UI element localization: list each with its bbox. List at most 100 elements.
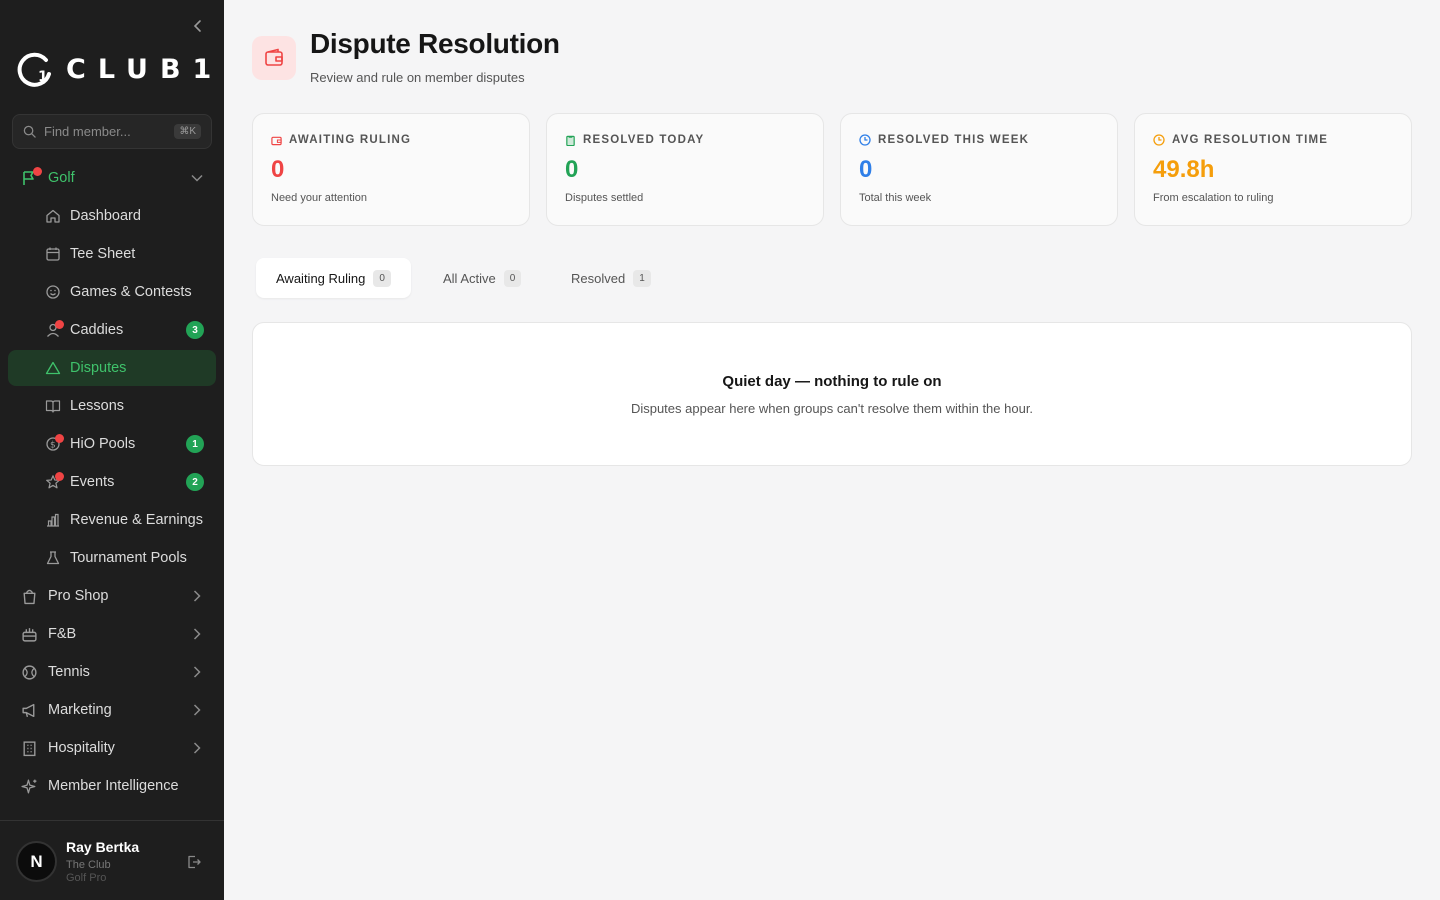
clock-icon	[859, 134, 871, 146]
nav-label: Golf	[48, 170, 75, 186]
nav-item-caddies[interactable]: Caddies 3	[8, 312, 216, 348]
wallet-icon	[271, 136, 282, 145]
nav-section-tennis[interactable]: Tennis	[8, 654, 216, 690]
chevron-right-icon	[190, 665, 204, 679]
nav-label: HiO Pools	[70, 436, 136, 452]
logout-icon	[188, 855, 201, 869]
nav-item-games-contests[interactable]: Games & Contests	[8, 274, 216, 310]
tab-count-badge: 1	[633, 269, 651, 287]
stat-card-awaiting: AWAITING RULING 0 Need your attention	[252, 113, 530, 226]
nav-label: Tournament Pools	[70, 550, 187, 566]
megaphone-icon	[20, 701, 38, 719]
page-title: Dispute Resolution	[310, 28, 560, 59]
nav-label: Tennis	[48, 664, 90, 680]
stat-note: Disputes settled	[565, 192, 644, 204]
smile-icon	[44, 283, 62, 301]
nav-item-dashboard[interactable]: Dashboard	[8, 198, 216, 234]
nav-label: Member Intelligence	[48, 778, 179, 794]
flask-icon	[44, 549, 62, 567]
count-badge: 3	[186, 321, 204, 339]
tab-awaiting-ruling[interactable]: Awaiting Ruling 0	[256, 258, 411, 298]
nav-label: Hospitality	[48, 740, 115, 756]
svg-text:1: 1	[38, 69, 48, 85]
svg-text:$: $	[50, 441, 56, 451]
stat-value: 0	[271, 156, 285, 183]
nav-label: F&B	[48, 626, 77, 642]
collapse-sidebar-button[interactable]	[188, 16, 208, 36]
warning-triangle-icon	[44, 359, 62, 377]
nav-label: Lessons	[70, 398, 125, 414]
nav-label: Pro Shop	[48, 588, 109, 604]
wallet-icon	[252, 36, 296, 80]
sidebar: 1 CLUB1. Find member... ⌘K Golf Dashboar…	[0, 0, 224, 900]
nav-item-disputes[interactable]: Disputes	[8, 350, 216, 386]
nav-section-fnb[interactable]: F&B	[8, 616, 216, 652]
nav-section-hospitality[interactable]: Hospitality	[8, 730, 216, 766]
nav-item-tee-sheet[interactable]: Tee Sheet	[8, 236, 216, 272]
bar-chart-icon	[44, 511, 62, 529]
book-open-icon	[44, 397, 62, 415]
nav-label: Caddies	[70, 322, 124, 338]
nav-section-pro-shop[interactable]: Pro Shop	[8, 578, 216, 614]
avatar: N	[16, 841, 57, 882]
stat-card-resolved-week: RESOLVED THIS WEEK 0 Total this week	[840, 113, 1118, 226]
search-icon	[23, 125, 36, 138]
tab-label: Resolved	[571, 270, 626, 286]
search-placeholder: Find member...	[44, 124, 131, 139]
nav-item-tournament-pools[interactable]: Tournament Pools	[8, 540, 216, 576]
count-badge: 2	[186, 473, 204, 491]
notification-dot	[55, 434, 64, 443]
tab-count-badge: 0	[503, 269, 522, 287]
utensils-icon	[20, 625, 38, 643]
user-profile[interactable]: N Ray Bertka The Club Golf Pro	[0, 820, 224, 900]
tennis-ball-icon	[20, 663, 38, 681]
empty-state-title: Quiet day — nothing to rule on	[722, 373, 942, 390]
building-icon	[20, 739, 38, 757]
empty-state-panel: Quiet day — nothing to rule on Disputes …	[252, 322, 1412, 466]
nav-label: Revenue & Earnings	[70, 512, 203, 528]
nav-item-events[interactable]: Events 2	[8, 464, 216, 500]
nav-item-revenue-earnings[interactable]: Revenue & Earnings	[8, 502, 216, 538]
tab-count-badge: 0	[373, 269, 391, 287]
nav-section-golf[interactable]: Golf	[8, 160, 216, 196]
clipboard-icon	[566, 135, 575, 146]
nav-item-lessons[interactable]: Lessons	[8, 388, 216, 424]
search-shortcut: ⌘K	[174, 124, 201, 139]
logo-text: CLUB1.	[66, 53, 224, 85]
tab-label: Awaiting Ruling	[276, 270, 366, 286]
chevron-right-icon	[190, 627, 204, 641]
nav-item-hio-pools[interactable]: $ HiO Pools 1	[8, 426, 216, 462]
calendar-icon	[44, 245, 62, 263]
stat-value: 0	[565, 156, 579, 183]
chevron-left-icon	[193, 20, 201, 32]
user-club: The Club	[66, 859, 111, 871]
club1-logo[interactable]: 1 CLUB1.	[16, 50, 224, 88]
tab-resolved[interactable]: Resolved 1	[551, 258, 671, 298]
stat-value: 49.8h	[1153, 156, 1215, 183]
empty-state-description: Disputes appear here when groups can't r…	[630, 401, 1034, 416]
nav-label: Tee Sheet	[70, 246, 136, 262]
stat-label: AWAITING RULING	[289, 134, 412, 146]
nav-section-member-intelligence[interactable]: Member Intelligence	[8, 768, 216, 804]
member-search-input[interactable]: Find member... ⌘K	[12, 114, 212, 149]
stat-value: 0	[859, 156, 873, 183]
nav-label: Disputes	[70, 360, 127, 376]
nav-label: Games & Contests	[70, 284, 192, 300]
chevron-right-icon	[190, 703, 204, 717]
nav-section-marketing[interactable]: Marketing	[8, 692, 216, 728]
user-name: Ray Bertka	[66, 839, 140, 855]
stat-card-avg-time: AVG RESOLUTION TIME 49.8h From escalatio…	[1134, 113, 1412, 226]
sparkles-icon	[20, 777, 38, 795]
notification-dot	[55, 472, 64, 481]
chevron-down-icon	[190, 171, 204, 185]
stat-note: Need your attention	[271, 192, 368, 204]
logout-button[interactable]	[186, 854, 202, 870]
chevron-right-icon	[190, 741, 204, 755]
chevron-right-icon	[190, 589, 204, 603]
page-subtitle: Review and rule on member disputes	[310, 70, 525, 85]
nav-label: Marketing	[48, 702, 112, 718]
nav-label: Events	[70, 474, 115, 490]
user-role: Golf Pro	[66, 872, 107, 884]
tab-all-active[interactable]: All Active 0	[423, 258, 541, 298]
stat-card-resolved-today: RESOLVED TODAY 0 Disputes settled	[546, 113, 824, 226]
